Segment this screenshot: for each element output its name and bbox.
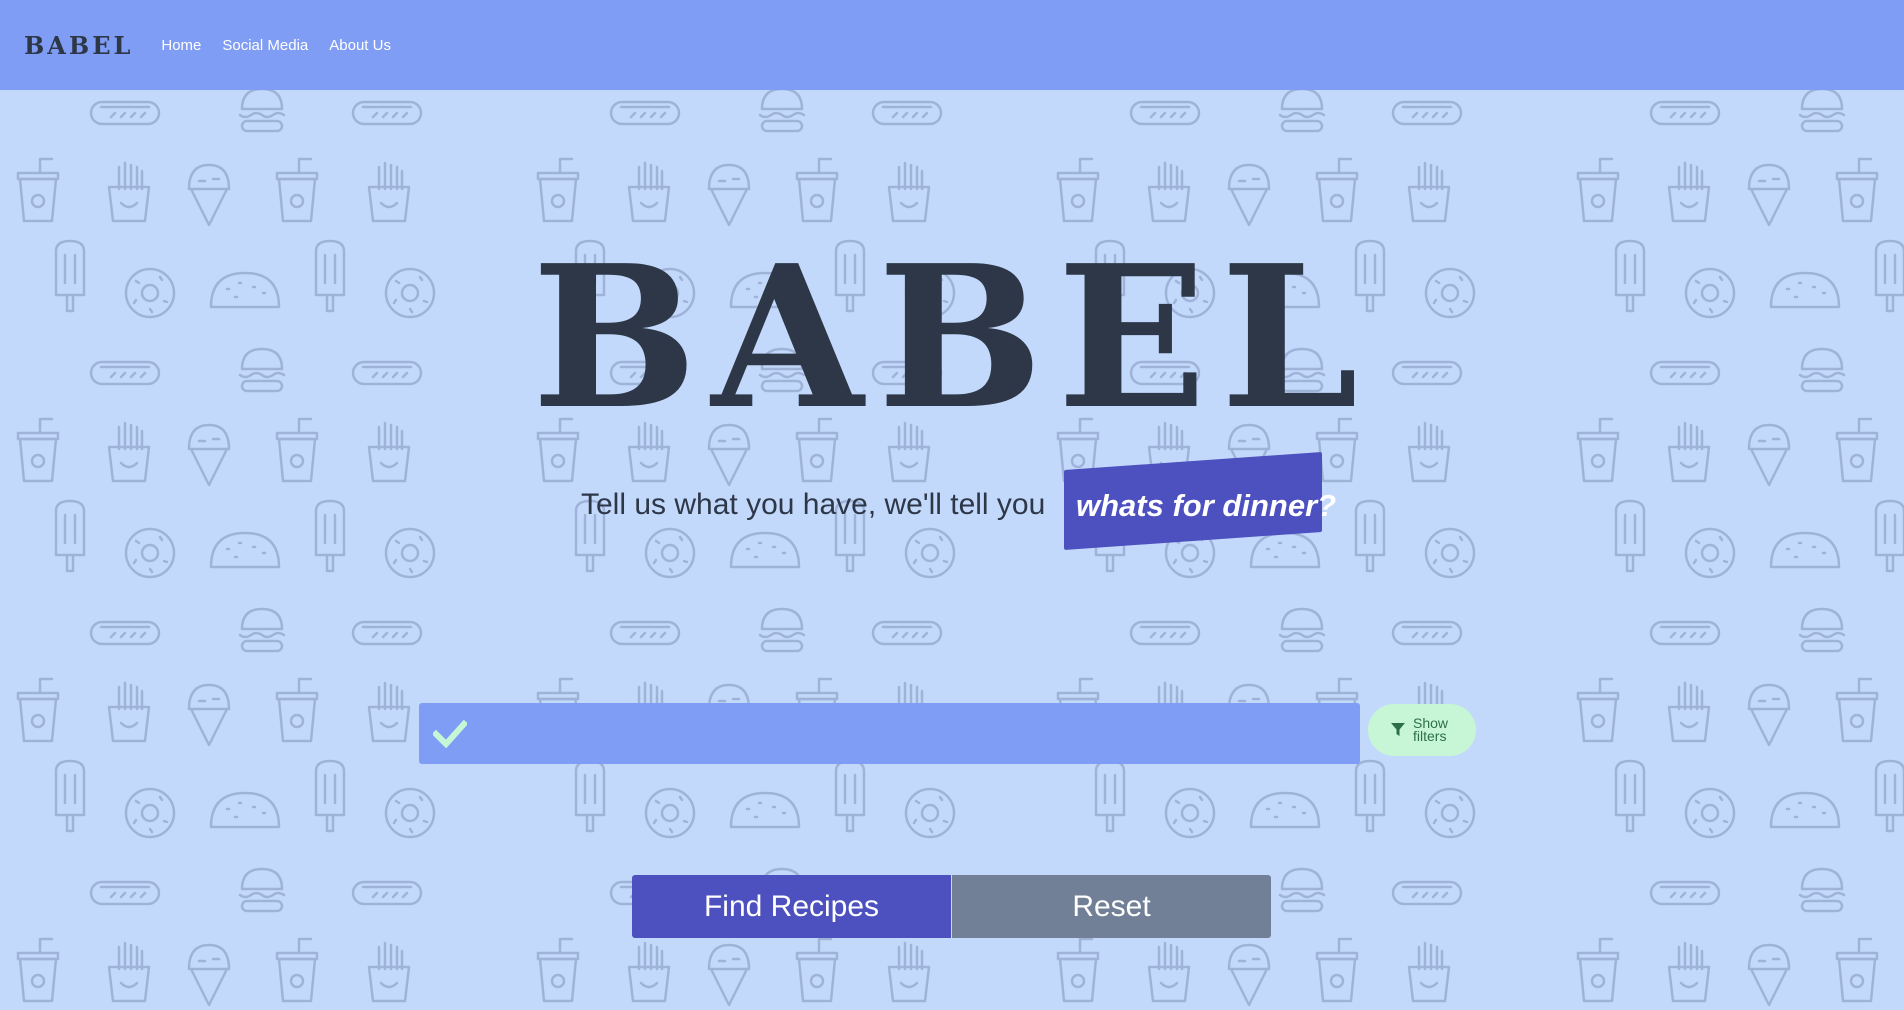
hero-title: BABEL <box>531 223 1373 453</box>
nav-link-about-us[interactable]: About Us <box>329 37 391 54</box>
check-icon[interactable] <box>433 719 467 749</box>
tagline-text: Tell us what you have, we'll tell you <box>581 488 1046 521</box>
tagline-highlight-text: whats for dinner? <box>1076 488 1337 523</box>
nav-link-social-media[interactable]: Social Media <box>222 37 308 54</box>
top-navbar: BABEL Home Social Media About Us <box>0 0 1904 90</box>
ingredient-search-input[interactable] <box>479 702 1360 765</box>
ingredient-search-bar <box>419 702 1360 765</box>
show-filters-button[interactable]: Show filters <box>1368 704 1476 756</box>
find-recipes-button[interactable]: Find Recipes <box>632 875 951 938</box>
navbar-brand-logo[interactable]: BABEL <box>24 31 133 60</box>
nav-link-home[interactable]: Home <box>161 37 201 54</box>
reset-button[interactable]: Reset <box>952 875 1271 938</box>
filter-icon <box>1391 723 1405 736</box>
show-filters-label: Show filters <box>1413 715 1449 744</box>
